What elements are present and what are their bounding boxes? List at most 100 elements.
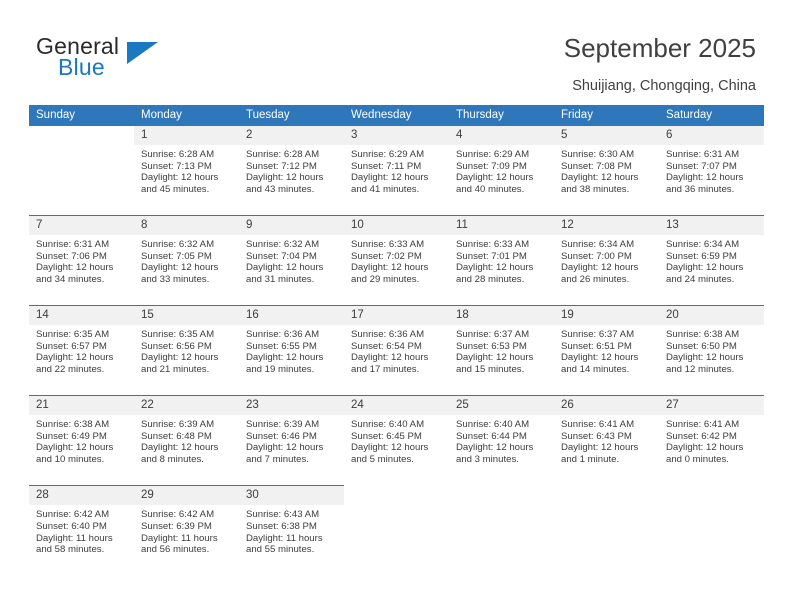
day-sun-info: Sunrise: 6:39 AM Sunset: 6:46 PM Daylight:… — [239, 415, 344, 465]
weekday-header-monday: Monday — [141, 109, 182, 121]
sunset-text: Sunset: 7:09 PM — [456, 160, 527, 172]
day-number: 13 — [659, 216, 764, 235]
sunset-text: Sunset: 6:55 PM — [246, 340, 317, 352]
calendar-day-cell[interactable]: 17 Sunrise: 6:36 AM Sunset: 6:54 PM Dayligh… — [344, 306, 449, 395]
calendar-week-row: 7 Sunrise: 6:31 AM Sunset: 7:06 PM Daylight… — [29, 215, 764, 305]
daylight-text-line1: Daylight: 12 hours — [561, 262, 639, 274]
calendar-day-cell[interactable]: 9 Sunrise: 6:32 AM Sunset: 7:04 PM Daylight… — [239, 216, 344, 305]
day-sun-info: Sunrise: 6:41 AM Sunset: 6:42 PM Daylight:… — [659, 415, 764, 465]
sunrise-text: Sunrise: 6:43 AM — [246, 509, 320, 521]
sunrise-text: Sunrise: 6:40 AM — [456, 419, 530, 430]
day-number: 25 — [449, 396, 554, 415]
sunrise-text: Sunrise: 6:42 AM — [36, 509, 110, 521]
day-sun-info: Sunrise: 6:40 AM Sunset: 6:45 PM Daylight:… — [344, 415, 449, 465]
sunrise-text: Sunrise: 6:35 AM — [141, 329, 215, 340]
calendar-day-cell[interactable]: 24 Sunrise: 6:40 AM Sunset: 6:45 PM Dayligh… — [344, 396, 449, 485]
daylight-text-line2: and 36 minutes. — [666, 183, 735, 195]
sunset-text: Sunset: 6:40 PM — [36, 520, 107, 532]
sunset-text: Sunset: 7:05 PM — [141, 250, 212, 262]
daylight-text-line1: Daylight: 12 hours — [246, 172, 324, 184]
daylight-text-line1: Daylight: 12 hours — [351, 262, 429, 274]
calendar-day-cell[interactable]: 13 Sunrise: 6:34 AM Sunset: 6:59 PM Dayligh… — [659, 216, 764, 305]
day-number: 4 — [449, 126, 554, 145]
day-sun-info: Sunrise: 6:43 AM Sunset: 6:38 PM Daylight:… — [239, 505, 344, 555]
calendar-day-cell[interactable]: 15 Sunrise: 6:35 AM Sunset: 6:56 PM Dayligh… — [134, 306, 239, 395]
daylight-text-line2: and 24 minutes. — [666, 273, 735, 285]
sunrise-text: Sunrise: 6:39 AM — [141, 419, 215, 430]
sunrise-text: Sunrise: 6:39 AM — [246, 419, 320, 430]
calendar-day-cell[interactable]: 28 Sunrise: 6:42 AM Sunset: 6:40 PM Dayligh… — [29, 486, 134, 575]
calendar-day-cell[interactable]: 5 Sunrise: 6:30 AM Sunset: 7:08 PM Daylight… — [554, 126, 659, 215]
calendar-day-cell[interactable]: 7 Sunrise: 6:31 AM Sunset: 7:06 PM Daylight… — [29, 216, 134, 305]
calendar-day-cell[interactable]: 1 Sunrise: 6:28 AM Sunset: 7:13 PM Daylight… — [134, 126, 239, 215]
calendar-day-cell[interactable]: 14 Sunrise: 6:35 AM Sunset: 6:57 PM Dayligh… — [29, 306, 134, 395]
page-subtitle-location: Shuijiang, Chongqing, China — [572, 78, 756, 94]
week-days: 1 Sunrise: 6:28 AM Sunset: 7:13 PM Daylight… — [29, 126, 764, 215]
daylight-text-line1: Daylight: 12 hours — [351, 442, 429, 454]
sunset-text: Sunset: 7:00 PM — [561, 250, 632, 262]
sunset-text: Sunset: 7:07 PM — [666, 160, 737, 172]
weekday-header-wednesday: Wednesday — [351, 109, 412, 121]
sunset-text: Sunset: 6:38 PM — [246, 520, 317, 532]
sunset-text: Sunset: 6:48 PM — [141, 430, 212, 442]
day-number: 7 — [29, 216, 134, 235]
day-sun-info: Sunrise: 6:30 AM Sunset: 7:08 PM Daylight:… — [554, 145, 659, 195]
calendar-day-cell[interactable]: 4 Sunrise: 6:29 AM Sunset: 7:09 PM Daylight… — [449, 126, 554, 215]
day-number: 14 — [29, 306, 134, 325]
calendar-day-cell[interactable]: 6 Sunrise: 6:31 AM Sunset: 7:07 PM Daylight… — [659, 126, 764, 215]
daylight-text-line2: and 12 minutes. — [666, 363, 735, 375]
daylight-text-line2: and 7 minutes. — [246, 453, 309, 465]
daylight-text-line1: Daylight: 12 hours — [36, 352, 114, 364]
day-number: 15 — [134, 306, 239, 325]
daylight-text-line2: and 1 minute. — [561, 453, 620, 465]
calendar-day-cell[interactable]: 19 Sunrise: 6:37 AM Sunset: 6:51 PM Dayligh… — [554, 306, 659, 395]
calendar-day-cell[interactable]: 3 Sunrise: 6:29 AM Sunset: 7:11 PM Daylight… — [344, 126, 449, 215]
day-sun-info: Sunrise: 6:39 AM Sunset: 6:48 PM Daylight:… — [134, 415, 239, 465]
sunrise-text: Sunrise: 6:36 AM — [351, 329, 425, 340]
sunrise-text: Sunrise: 6:30 AM — [561, 149, 635, 160]
daylight-text-line2: and 28 minutes. — [456, 273, 525, 285]
calendar-day-cell[interactable]: 20 Sunrise: 6:38 AM Sunset: 6:50 PM Dayligh… — [659, 306, 764, 395]
sunset-text: Sunset: 6:54 PM — [351, 340, 422, 352]
week-days: 28 Sunrise: 6:42 AM Sunset: 6:40 PM Dayligh… — [29, 485, 764, 575]
day-sun-info: Sunrise: 6:36 AM Sunset: 6:55 PM Daylight:… — [239, 325, 344, 375]
day-number — [554, 486, 659, 505]
sunrise-text: Sunrise: 6:28 AM — [141, 149, 215, 160]
daylight-text-line1: Daylight: 12 hours — [456, 442, 534, 454]
general-blue-logo[interactable]: General Blue — [36, 33, 216, 89]
calendar-day-cell[interactable]: 22 Sunrise: 6:39 AM Sunset: 6:48 PM Dayligh… — [134, 396, 239, 485]
calendar-day-cell[interactable]: 26 Sunrise: 6:41 AM Sunset: 6:43 PM Dayligh… — [554, 396, 659, 485]
sunrise-text: Sunrise: 6:31 AM — [36, 239, 110, 250]
calendar-day-cell[interactable]: 8 Sunrise: 6:32 AM Sunset: 7:05 PM Daylight… — [134, 216, 239, 305]
week-days: 7 Sunrise: 6:31 AM Sunset: 7:06 PM Daylight… — [29, 216, 764, 305]
daylight-text-line1: Daylight: 12 hours — [141, 352, 219, 364]
day-sun-info: Sunrise: 6:28 AM Sunset: 7:12 PM Daylight:… — [239, 145, 344, 195]
calendar-day-cell[interactable]: 30 Sunrise: 6:43 AM Sunset: 6:38 PM Dayligh… — [239, 486, 344, 575]
daylight-text-line1: Daylight: 11 hours — [36, 532, 113, 544]
calendar-day-cell[interactable]: 12 Sunrise: 6:34 AM Sunset: 7:00 PM Dayligh… — [554, 216, 659, 305]
calendar-day-cell-empty — [659, 486, 764, 575]
calendar-day-cell[interactable]: 2 Sunrise: 6:28 AM Sunset: 7:12 PM Daylight… — [239, 126, 344, 215]
calendar-day-cell[interactable]: 25 Sunrise: 6:40 AM Sunset: 6:44 PM Dayligh… — [449, 396, 554, 485]
daylight-text-line1: Daylight: 12 hours — [456, 352, 534, 364]
calendar-day-cell[interactable]: 18 Sunrise: 6:37 AM Sunset: 6:53 PM Dayligh… — [449, 306, 554, 395]
sunset-text: Sunset: 7:01 PM — [456, 250, 527, 262]
sunset-text: Sunset: 6:44 PM — [456, 430, 527, 442]
day-number: 22 — [134, 396, 239, 415]
daylight-text-line1: Daylight: 12 hours — [246, 442, 324, 454]
daylight-text-line1: Daylight: 12 hours — [36, 442, 114, 454]
calendar-day-cell[interactable]: 10 Sunrise: 6:33 AM Sunset: 7:02 PM Dayligh… — [344, 216, 449, 305]
calendar-day-cell[interactable]: 16 Sunrise: 6:36 AM Sunset: 6:55 PM Dayligh… — [239, 306, 344, 395]
calendar-day-cell[interactable]: 27 Sunrise: 6:41 AM Sunset: 6:42 PM Dayligh… — [659, 396, 764, 485]
daylight-text-line2: and 43 minutes. — [246, 183, 315, 195]
page-header: General Blue September 2025 Shuijiang, C… — [0, 0, 792, 104]
weekday-header-thursday: Thursday — [456, 109, 504, 121]
calendar-day-cell[interactable]: 11 Sunrise: 6:33 AM Sunset: 7:01 PM Dayligh… — [449, 216, 554, 305]
daylight-text-line2: and 21 minutes. — [141, 363, 210, 375]
calendar-day-cell[interactable]: 21 Sunrise: 6:38 AM Sunset: 6:49 PM Dayligh… — [29, 396, 134, 485]
day-sun-info: Sunrise: 6:31 AM Sunset: 7:06 PM Daylight:… — [29, 235, 134, 285]
calendar-day-cell[interactable]: 23 Sunrise: 6:39 AM Sunset: 6:46 PM Dayligh… — [239, 396, 344, 485]
calendar-day-cell[interactable]: 29 Sunrise: 6:42 AM Sunset: 6:39 PM Dayligh… — [134, 486, 239, 575]
daylight-text-line2: and 10 minutes. — [36, 453, 105, 465]
sunset-text: Sunset: 7:12 PM — [246, 160, 317, 172]
